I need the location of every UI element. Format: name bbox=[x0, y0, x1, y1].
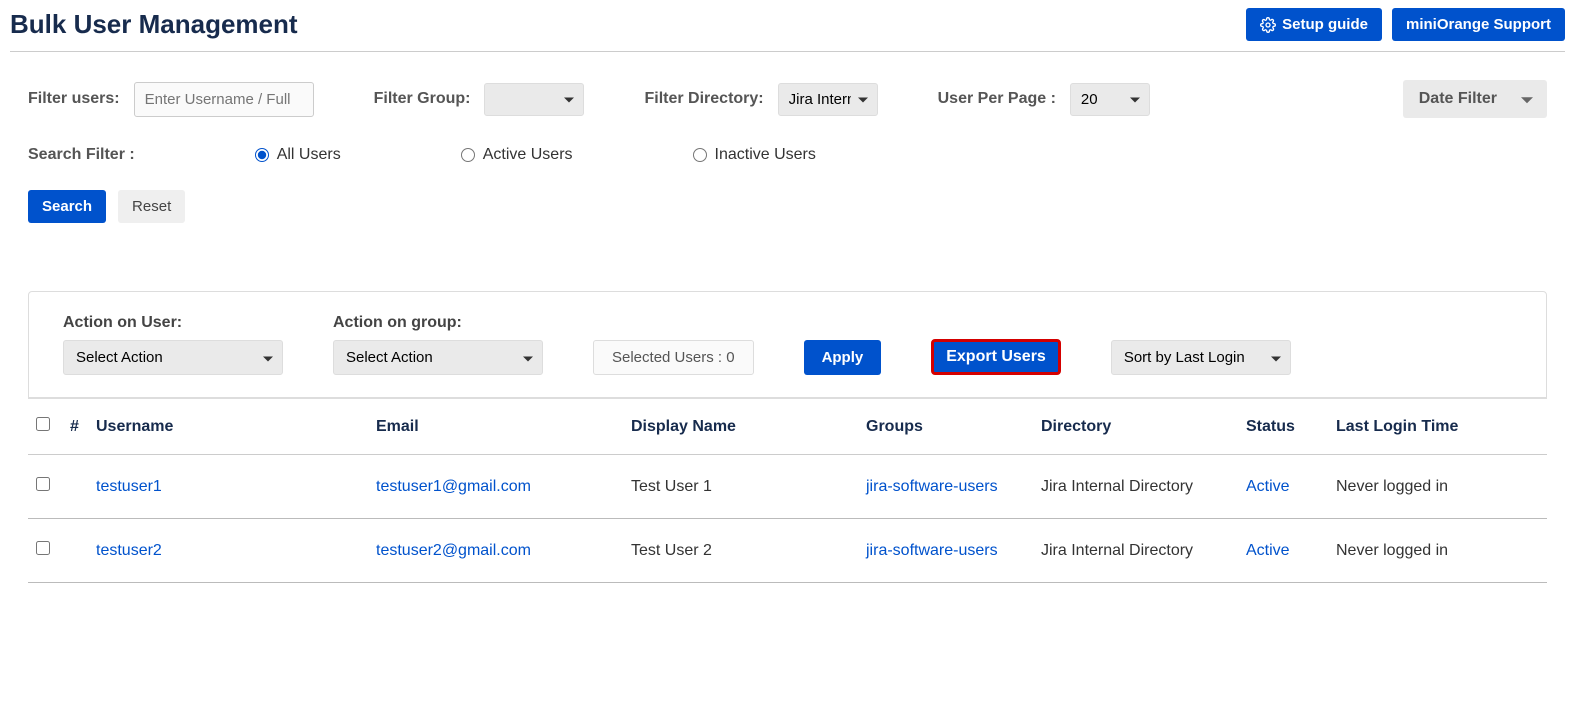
table-row: testuser1 testuser1@gmail.com Test User … bbox=[28, 455, 1547, 519]
group-link[interactable]: jira-software-users bbox=[866, 478, 998, 495]
support-button[interactable]: miniOrange Support bbox=[1392, 8, 1565, 41]
col-last-login: Last Login Time bbox=[1328, 399, 1547, 455]
directory-cell: Jira Internal Directory bbox=[1033, 519, 1238, 583]
email-link[interactable]: testuser2@gmail.com bbox=[376, 542, 531, 559]
filter-directory: Filter Directory: Jira Internal bbox=[644, 83, 877, 116]
username-link[interactable]: testuser1 bbox=[96, 478, 162, 495]
filter-per-page-label: User Per Page : bbox=[938, 90, 1056, 108]
username-link[interactable]: testuser2 bbox=[96, 542, 162, 559]
table-header-row: # Username Email Display Name Groups Dir… bbox=[28, 399, 1547, 455]
date-filter-button[interactable]: Date Filter bbox=[1403, 80, 1547, 118]
action-on-group-select[interactable]: Select Action bbox=[333, 340, 543, 375]
radio-inactive-users[interactable]: Inactive Users bbox=[693, 146, 816, 164]
last-login-cell: Never logged in bbox=[1328, 455, 1547, 519]
reset-button[interactable]: Reset bbox=[118, 190, 185, 223]
directory-cell: Jira Internal Directory bbox=[1033, 455, 1238, 519]
date-filter: Date Filter bbox=[1403, 80, 1547, 118]
radio-all-users[interactable]: All Users bbox=[255, 146, 341, 164]
actions-panel: Action on User: Select Action Action on … bbox=[28, 291, 1547, 398]
display-name: Test User 1 bbox=[623, 455, 858, 519]
last-login-cell: Never logged in bbox=[1328, 519, 1547, 583]
gear-icon bbox=[1260, 17, 1276, 33]
radio-inactive-users-input[interactable] bbox=[693, 148, 707, 162]
col-groups: Groups bbox=[858, 399, 1033, 455]
filter-directory-label: Filter Directory: bbox=[644, 90, 763, 108]
col-num: # bbox=[62, 399, 88, 455]
radio-active-users-label: Active Users bbox=[483, 146, 573, 164]
radio-inactive-users-label: Inactive Users bbox=[715, 146, 816, 164]
col-directory: Directory bbox=[1033, 399, 1238, 455]
display-name: Test User 2 bbox=[623, 519, 858, 583]
row-checkbox[interactable] bbox=[36, 477, 50, 491]
support-label: miniOrange Support bbox=[1406, 16, 1551, 33]
page-header: Bulk User Management Setup guide miniOra… bbox=[10, 8, 1565, 52]
filter-per-page: User Per Page : 20 bbox=[938, 83, 1150, 116]
col-status: Status bbox=[1238, 399, 1328, 455]
row-checkbox[interactable] bbox=[36, 541, 50, 555]
action-on-group-label: Action on group: bbox=[333, 314, 543, 332]
status-link[interactable]: Active bbox=[1246, 542, 1290, 559]
setup-guide-label: Setup guide bbox=[1282, 16, 1368, 33]
filter-group: Filter Group: bbox=[374, 83, 585, 116]
filter-directory-select[interactable]: Jira Internal bbox=[778, 83, 878, 116]
page-title: Bulk User Management bbox=[10, 9, 298, 40]
filter-users: Filter users: bbox=[28, 82, 314, 117]
filter-users-input[interactable] bbox=[134, 82, 314, 117]
filters-row: Filter users: Filter Group: Filter Direc… bbox=[10, 52, 1565, 128]
status-link[interactable]: Active bbox=[1246, 478, 1290, 495]
radio-all-users-label: All Users bbox=[277, 146, 341, 164]
action-on-group: Action on group: Select Action bbox=[333, 314, 543, 375]
radio-active-users[interactable]: Active Users bbox=[461, 146, 573, 164]
radio-active-users-input[interactable] bbox=[461, 148, 475, 162]
users-table: # Username Email Display Name Groups Dir… bbox=[28, 398, 1547, 583]
search-filter-label: Search Filter : bbox=[28, 146, 135, 164]
email-link[interactable]: testuser1@gmail.com bbox=[376, 478, 531, 495]
sort-select[interactable]: Sort by Last Login bbox=[1111, 340, 1291, 375]
filter-group-label: Filter Group: bbox=[374, 90, 471, 108]
header-buttons: Setup guide miniOrange Support bbox=[1246, 8, 1565, 41]
group-link[interactable]: jira-software-users bbox=[866, 542, 998, 559]
selected-users-badge: Selected Users : 0 bbox=[593, 340, 754, 375]
action-on-user-label: Action on User: bbox=[63, 314, 283, 332]
setup-guide-button[interactable]: Setup guide bbox=[1246, 8, 1382, 41]
action-on-user: Action on User: Select Action bbox=[63, 314, 283, 375]
export-users-button[interactable]: Export Users bbox=[931, 339, 1061, 375]
table-row: testuser2 testuser2@gmail.com Test User … bbox=[28, 519, 1547, 583]
search-filter-row: Search Filter : All Users Active Users I… bbox=[10, 128, 1565, 182]
search-button[interactable]: Search bbox=[28, 190, 106, 223]
filter-group-select[interactable] bbox=[484, 83, 584, 116]
col-username: Username bbox=[88, 399, 368, 455]
filter-per-page-select[interactable]: 20 bbox=[1070, 83, 1150, 116]
action-on-user-select[interactable]: Select Action bbox=[63, 340, 283, 375]
radio-all-users-input[interactable] bbox=[255, 148, 269, 162]
apply-button[interactable]: Apply bbox=[804, 340, 882, 375]
col-display: Display Name bbox=[623, 399, 858, 455]
col-email: Email bbox=[368, 399, 623, 455]
search-actions-row: Search Reset bbox=[10, 182, 1565, 241]
select-all-checkbox[interactable] bbox=[36, 417, 50, 431]
filter-users-label: Filter users: bbox=[28, 90, 120, 108]
